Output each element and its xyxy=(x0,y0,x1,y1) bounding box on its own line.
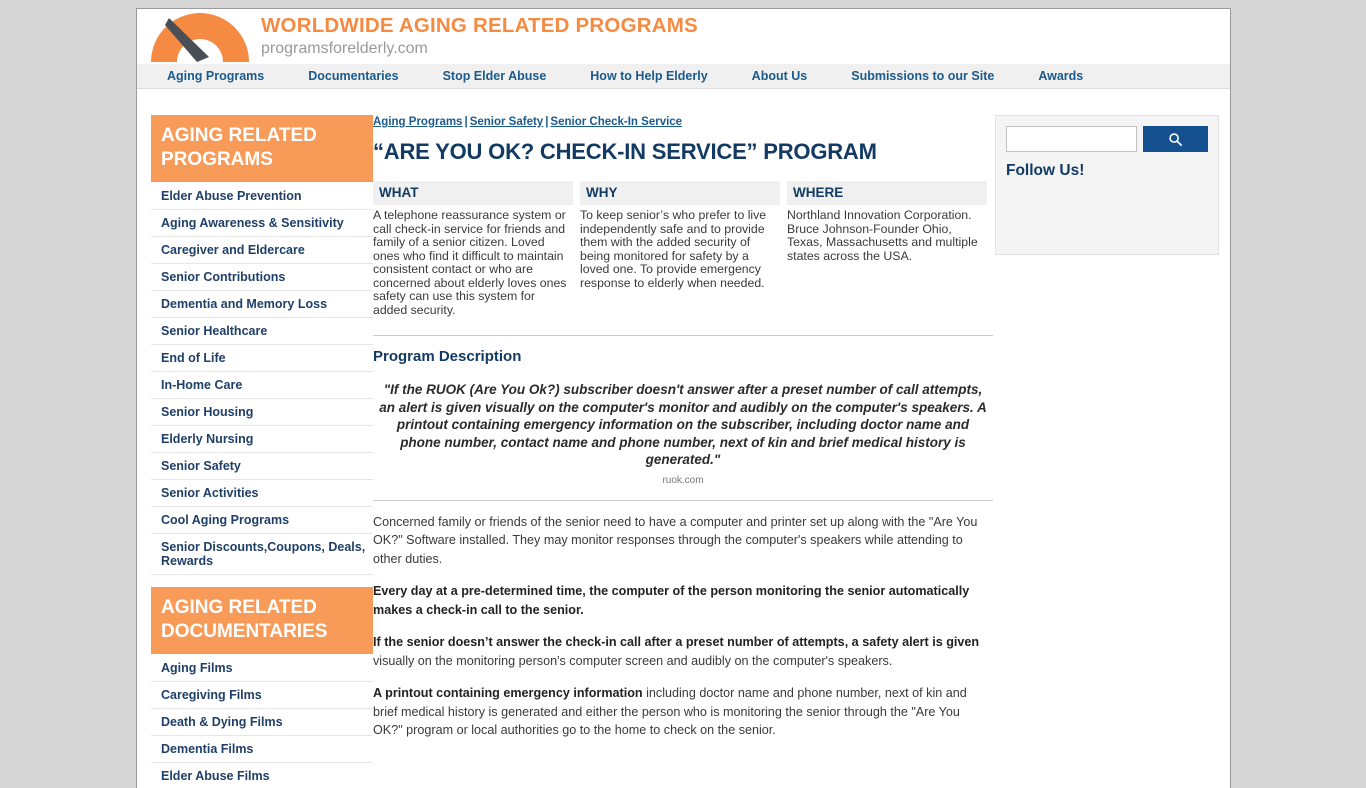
breadcrumb-separator: | xyxy=(464,116,468,128)
sidebar-item-senior-healthcare[interactable]: Senior Healthcare xyxy=(151,318,373,344)
sidebar-box-programs: AGING RELATED PROGRAMS Elder Abuse Preve… xyxy=(151,115,373,575)
paragraph-2-bold: Every day at a pre-determined time, the … xyxy=(373,584,970,617)
list-item: Senior Housing xyxy=(151,399,373,426)
list-item: Dementia Films xyxy=(151,736,373,763)
breadcrumb-link-senior-safety[interactable]: Senior Safety xyxy=(470,116,544,128)
pull-quote-source: ruok.com xyxy=(662,474,704,486)
list-item: End of Life xyxy=(151,345,373,372)
brand-text: WORLDWIDE AGING RELATED PROGRAMS program… xyxy=(261,14,698,58)
nav-item-how-to-help-elderly[interactable]: How to Help Elderly xyxy=(568,69,729,83)
nav-item-about-us[interactable]: About Us xyxy=(730,69,830,83)
paragraph-4-bold: A printout containing emergency informat… xyxy=(373,686,643,700)
nav-item-stop-elder-abuse[interactable]: Stop Elder Abuse xyxy=(421,69,569,83)
section-title-program-description: Program Description xyxy=(373,348,522,365)
list-item: Death & Dying Films xyxy=(151,709,373,736)
sidebar-item-senior-safety[interactable]: Senior Safety xyxy=(151,453,373,479)
nav-item-awards[interactable]: Awards xyxy=(1016,69,1105,83)
search-icon xyxy=(1169,132,1183,146)
paragraph-4: A printout containing emergency informat… xyxy=(373,684,993,740)
sidebar-item-dementia-films[interactable]: Dementia Films xyxy=(151,736,373,762)
sidebar-heading-programs: AGING RELATED PROGRAMS xyxy=(151,115,373,182)
sidebar-item-death-dying-films[interactable]: Death & Dying Films xyxy=(151,709,373,735)
sidebar-item-dementia-memory-loss[interactable]: Dementia and Memory Loss xyxy=(151,291,373,317)
list-item: Aging Awareness & Sensitivity xyxy=(151,210,373,237)
sidebar-item-in-home-care[interactable]: In-Home Care xyxy=(151,372,373,398)
paragraph-1: Concerned family or friends of the senio… xyxy=(373,513,993,569)
column-heading-where: WHERE xyxy=(787,181,987,205)
list-item: Senior Discounts,Coupons, Deals, Rewards xyxy=(151,534,373,575)
left-sidebar: AGING RELATED PROGRAMS Elder Abuse Preve… xyxy=(151,115,373,788)
list-item: Senior Contributions xyxy=(151,264,373,291)
list-item: Caregiving Films xyxy=(151,682,373,709)
list-item: Cool Aging Programs xyxy=(151,507,373,534)
site-domain: programsforelderly.com xyxy=(261,40,428,57)
list-item: In-Home Care xyxy=(151,372,373,399)
sidebar-item-senior-discounts[interactable]: Senior Discounts,Coupons, Deals, Rewards xyxy=(151,534,373,574)
sidebar-item-caregiver-eldercare[interactable]: Caregiver and Eldercare xyxy=(151,237,373,263)
pull-quote: "If the RUOK (Are You Ok?) subscriber do… xyxy=(379,382,987,467)
sidebar-heading-documentaries: AGING RELATED DOCUMENTARIES xyxy=(151,587,373,654)
right-sidebar: Follow Us! xyxy=(995,115,1219,255)
sidebar-box-documentaries: AGING RELATED DOCUMENTARIES Aging Films … xyxy=(151,587,373,788)
sidebar-item-senior-activities[interactable]: Senior Activities xyxy=(151,480,373,506)
search-widget: Follow Us! xyxy=(995,115,1219,255)
list-item: Dementia and Memory Loss xyxy=(151,291,373,318)
column-why: WHY To keep senior’s who prefer to live … xyxy=(580,181,784,317)
sidebar-list-programs: Elder Abuse Prevention Aging Awareness &… xyxy=(151,182,373,575)
nav-item-aging-programs[interactable]: Aging Programs xyxy=(145,69,286,83)
breadcrumb-link-senior-check-in-service[interactable]: Senior Check-In Service xyxy=(550,116,682,128)
column-what: WHAT A telephone reassurance system or c… xyxy=(373,181,577,317)
search-button[interactable] xyxy=(1143,126,1208,152)
site-logo[interactable] xyxy=(145,9,255,63)
column-text-what: A telephone reassurance system or call c… xyxy=(373,208,567,317)
breadcrumb: Aging Programs | Senior Safety | Senior Chec… xyxy=(373,115,993,129)
sidebar-item-senior-housing[interactable]: Senior Housing xyxy=(151,399,373,425)
site-header: WORLDWIDE AGING RELATED PROGRAMS program… xyxy=(137,9,1230,63)
sidebar-item-cool-aging-programs[interactable]: Cool Aging Programs xyxy=(151,507,373,533)
column-where: WHERE Northland Innovation Corporation. … xyxy=(787,181,991,317)
list-item: Elder Abuse Films xyxy=(151,763,373,788)
list-item: Senior Activities xyxy=(151,480,373,507)
search-row xyxy=(1006,126,1208,152)
divider-bottom xyxy=(373,499,993,501)
nav-item-documentaries[interactable]: Documentaries xyxy=(286,69,420,83)
list-item: Senior Safety xyxy=(151,453,373,480)
paragraph-3-bold: If the senior doesn’t answer the check-i… xyxy=(373,635,980,649)
column-text-why: To keep senior’s who prefer to live inde… xyxy=(580,208,767,290)
sidebar-item-elderly-nursing[interactable]: Elderly Nursing xyxy=(151,426,373,452)
list-item: Caregiver and Eldercare xyxy=(151,237,373,264)
list-item: Elderly Nursing xyxy=(151,426,373,453)
search-input[interactable] xyxy=(1006,126,1137,152)
list-item: Aging Films xyxy=(151,655,373,682)
page-title: “ARE YOU OK? CHECK-IN SERVICE” PROGRAM xyxy=(373,139,877,164)
sidebar-item-aging-films[interactable]: Aging Films xyxy=(151,655,373,681)
breadcrumb-link-aging-programs[interactable]: Aging Programs xyxy=(373,116,462,128)
paragraph-1-text: Concerned family or friends of the senio… xyxy=(373,514,978,566)
follow-us-heading: Follow Us! xyxy=(1006,162,1085,179)
list-item: Senior Healthcare xyxy=(151,318,373,345)
column-text-where: Northland Innovation Corporation. Bruce … xyxy=(787,208,978,263)
divider-top xyxy=(373,335,993,336)
list-item: Elder Abuse Prevention xyxy=(151,183,373,210)
sidebar-item-senior-contributions[interactable]: Senior Contributions xyxy=(151,264,373,290)
column-heading-why: WHY xyxy=(580,181,780,205)
page-container: WORLDWIDE AGING RELATED PROGRAMS program… xyxy=(136,8,1231,788)
paragraph-3-text: visually on the monitoring person's comp… xyxy=(373,653,893,668)
sidebar-item-end-of-life[interactable]: End of Life xyxy=(151,345,373,371)
sidebar-item-aging-awareness[interactable]: Aging Awareness & Sensitivity xyxy=(151,210,373,236)
site-title: WORLDWIDE AGING RELATED PROGRAMS xyxy=(261,14,698,37)
what-why-where-grid: WHAT A telephone reassurance system or c… xyxy=(373,181,993,317)
page-body: AGING RELATED PROGRAMS Elder Abuse Preve… xyxy=(137,89,1230,783)
nav-item-submissions[interactable]: Submissions to our Site xyxy=(829,69,1016,83)
main-navigation: Aging Programs Documentaries Stop Elder … xyxy=(137,63,1230,89)
column-heading-what: WHAT xyxy=(373,181,573,205)
paragraph-3: If the senior doesn’t answer the check-i… xyxy=(373,633,993,670)
gauge-speedometer-icon xyxy=(151,13,249,62)
sidebar-item-elder-abuse-prevention[interactable]: Elder Abuse Prevention xyxy=(151,183,373,209)
sidebar-item-caregiving-films[interactable]: Caregiving Films xyxy=(151,682,373,708)
sidebar-item-elder-abuse-films[interactable]: Elder Abuse Films xyxy=(151,763,373,788)
main-content: Aging Programs | Senior Safety | Senior Chec… xyxy=(373,115,993,754)
paragraph-2: Every day at a pre-determined time, the … xyxy=(373,582,993,619)
